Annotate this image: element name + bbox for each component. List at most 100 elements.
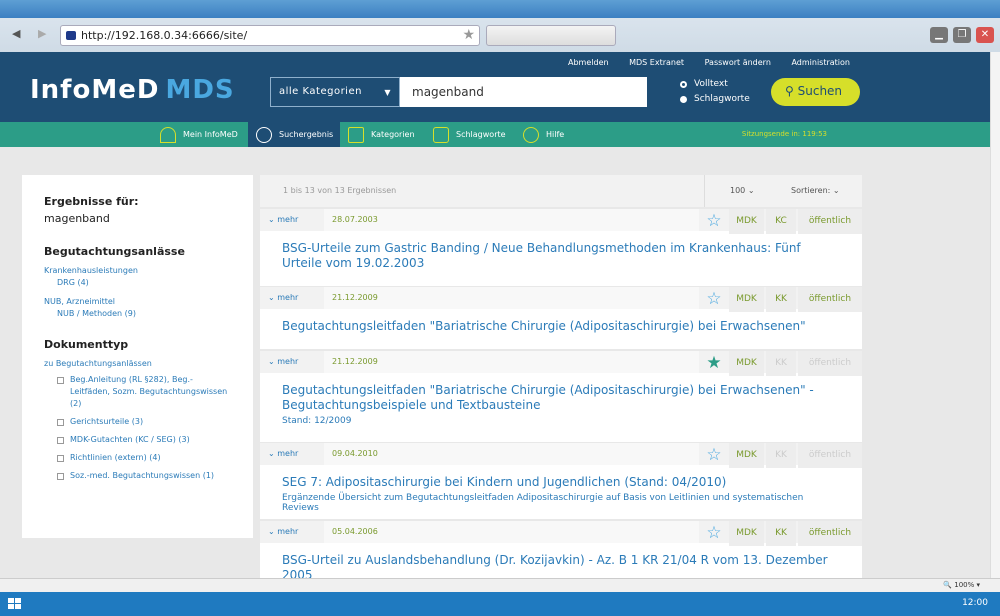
more-label: mehr <box>277 449 299 458</box>
section-heading-begutachtungsanlaesse: Begutachtungsanlässe <box>44 245 185 258</box>
back-icon[interactable]: ◀ <box>12 27 20 40</box>
filter-nub-arzneimittel[interactable]: NUB, Arzneimittel <box>44 297 231 306</box>
checkbox[interactable] <box>57 473 64 480</box>
logo-main: InfoMeD <box>30 75 160 105</box>
close-icon[interactable]: ✕ <box>976 27 994 43</box>
favorite-star-filled-icon[interactable]: ★ <box>700 353 728 373</box>
forward-icon[interactable]: ▶ <box>38 27 46 40</box>
checkbox-filter[interactable]: Gerichtsurteile (3) <box>44 416 231 428</box>
search-button[interactable]: ⚲ Suchen <box>771 78 860 106</box>
checkbox-filter[interactable]: MDK-Gutachten (KC / SEG) (3) <box>44 434 231 446</box>
checkbox[interactable] <box>57 455 64 462</box>
more-toggle[interactable]: ⌄ mehr <box>268 357 298 366</box>
scrollbar[interactable] <box>990 52 1000 578</box>
session-timer: Sitzungsende in: 119:53 <box>741 130 827 138</box>
site-header: InfoMeD MDS Abmelden MDS Extranet Passwor… <box>0 52 1000 122</box>
filter-zu-begutachtungsanlaessen[interactable]: zu Begutachtungsanlässen <box>44 359 231 368</box>
nav-label: Hilfe <box>546 130 565 139</box>
radio-icon <box>680 95 687 103</box>
radio-volltext[interactable]: Volltext <box>680 79 750 89</box>
checkbox-label: Soz.-med. Begutachtungswissen (1) <box>70 471 215 480</box>
link-mds-extranet[interactable]: MDS Extranet <box>629 58 684 67</box>
windows-start-icon[interactable] <box>8 598 22 610</box>
nav-schlagworte[interactable]: Schlagworte <box>433 122 513 147</box>
chevron-down-icon: ⌄ <box>747 186 755 195</box>
result-meta: ⌄ mehr 09.04.2010 ☆ MDK KK öffentlich <box>260 443 862 468</box>
sort-select[interactable]: Sortieren: ⌄ <box>791 186 840 195</box>
minimize-icon[interactable]: ▁ <box>930 27 948 43</box>
checkbox-label: Beg.Anleitung (RL §282), Beg.-Leitfäden,… <box>70 375 228 408</box>
result-title-link[interactable]: Begutachtungsleitfaden "Bariatrische Chi… <box>260 309 862 334</box>
category-select[interactable]: alle Kategorien ▼ <box>270 77 400 107</box>
nav-suchergebnis[interactable]: Suchergebnis <box>248 122 340 147</box>
checkbox[interactable] <box>57 419 64 426</box>
tag-mdk: MDK <box>729 209 764 234</box>
nav-label: Suchergebnis <box>279 130 334 139</box>
link-passwort-aendern[interactable]: Passwort ändern <box>705 58 771 67</box>
chevron-down-icon: ▼ <box>384 88 391 97</box>
tag-kk: KK <box>766 287 796 312</box>
logo-sub: MDS <box>165 75 235 105</box>
nav-hilfe[interactable]: Hilfe <box>523 122 583 147</box>
radio-schlagworte-label: Schlagworte <box>694 94 750 104</box>
result-title-link[interactable]: Begutachtungsleitfaden "Bariatrische Chi… <box>260 373 862 413</box>
more-label: mehr <box>277 215 299 224</box>
chevron-down-icon: ⌄ <box>832 186 840 195</box>
more-toggle[interactable]: ⌄ mehr <box>268 449 298 458</box>
address-bar[interactable]: http://192.168.0.34:6666/site/ ★ <box>60 25 480 46</box>
search-input[interactable]: magenband <box>400 77 647 107</box>
checkbox-filter[interactable]: Beg.Anleitung (RL §282), Beg.-Leitfäden,… <box>44 374 231 410</box>
search-mode-radios: Volltext Schlagworte <box>680 79 750 109</box>
checkbox-filter[interactable]: Soz.-med. Begutachtungswissen (1) <box>44 470 231 482</box>
favorite-star-icon[interactable]: ☆ <box>700 445 728 465</box>
logo[interactable]: InfoMeD MDS <box>30 75 235 105</box>
tab-placeholder[interactable] <box>486 25 616 46</box>
checkbox[interactable] <box>57 437 64 444</box>
link-abmelden[interactable]: Abmelden <box>568 58 609 67</box>
favorite-star-icon[interactable]: ☆ <box>700 211 728 231</box>
category-select-value: alle Kategorien <box>279 86 362 97</box>
tag-oeffentlich: öffentlich <box>798 351 862 376</box>
nav-kategorien[interactable]: Kategorien <box>348 122 428 147</box>
result-title-link[interactable]: BSG-Urteile zum Gastric Banding / Neue B… <box>260 231 862 271</box>
tag-kk: KK <box>766 351 796 376</box>
result-date: 05.04.2006 <box>324 521 699 543</box>
bookmark-star-icon[interactable]: ★ <box>462 27 475 43</box>
result-item: ⌄ mehr 05.04.2006 ☆ MDK KK öffentlich BS… <box>260 521 862 582</box>
more-toggle[interactable]: ⌄ mehr <box>268 293 298 302</box>
tag-mdk: MDK <box>729 443 764 468</box>
filter-drg[interactable]: DRG (4) <box>44 278 231 287</box>
result-date: 21.12.2009 <box>324 351 699 373</box>
tag-kc: KC <box>766 209 796 234</box>
tag-mdk: MDK <box>729 521 764 546</box>
result-item: ⌄ mehr 28.07.2003 ☆ MDK KC öffentlich BS… <box>260 209 862 286</box>
checkbox[interactable] <box>57 377 64 384</box>
favorite-star-icon[interactable]: ☆ <box>700 289 728 309</box>
result-title-link[interactable]: SEG 7: Adipositaschirurgie bei Kindern u… <box>260 465 862 490</box>
result-item: ⌄ mehr 21.12.2009 ★ MDK KK öffentlich Be… <box>260 351 862 442</box>
result-title-link[interactable]: BSG-Urteil zu Auslandsbehandlung (Dr. Ko… <box>260 543 862 583</box>
checkbox-filter[interactable]: Richtlinien (extern) (4) <box>44 452 231 464</box>
layers-icon <box>348 126 364 143</box>
clock: 12:00 <box>962 598 988 608</box>
filter-krankenhausleistungen[interactable]: Krankenhausleistungen <box>44 266 231 275</box>
more-label: mehr <box>277 357 299 366</box>
result-subtitle: Ergänzende Übersicht zum Begutachtungsle… <box>282 493 804 513</box>
result-date: 28.07.2003 <box>324 209 699 231</box>
filter-nub-methoden[interactable]: NUB / Methoden (9) <box>44 309 231 318</box>
tag-az-icon <box>433 126 449 143</box>
favorite-star-icon[interactable]: ☆ <box>700 523 728 543</box>
maximize-icon[interactable]: ❐ <box>953 27 971 43</box>
checkbox-label: Gerichtsurteile (3) <box>70 417 144 426</box>
more-toggle[interactable]: ⌄ mehr <box>268 527 298 536</box>
main-nav: Mein InfoMeD Suchergebnis Kategorien Sch… <box>0 122 1000 147</box>
nav-mein-infomed[interactable]: Mein InfoMeD <box>160 122 248 147</box>
more-toggle[interactable]: ⌄ mehr <box>268 215 298 224</box>
radio-schlagworte[interactable]: Schlagworte <box>680 94 750 104</box>
filter-sidebar: Ergebnisse für: magenband Begutachtungsa… <box>22 175 253 538</box>
zoom-control[interactable]: 🔍 100% ▾ <box>943 581 980 589</box>
per-page-select[interactable]: 100 ⌄ <box>730 186 755 195</box>
nav-label: Mein InfoMeD <box>183 130 238 139</box>
section-heading-dokumenttyp: Dokumenttyp <box>44 338 129 351</box>
link-administration[interactable]: Administration <box>791 58 850 67</box>
